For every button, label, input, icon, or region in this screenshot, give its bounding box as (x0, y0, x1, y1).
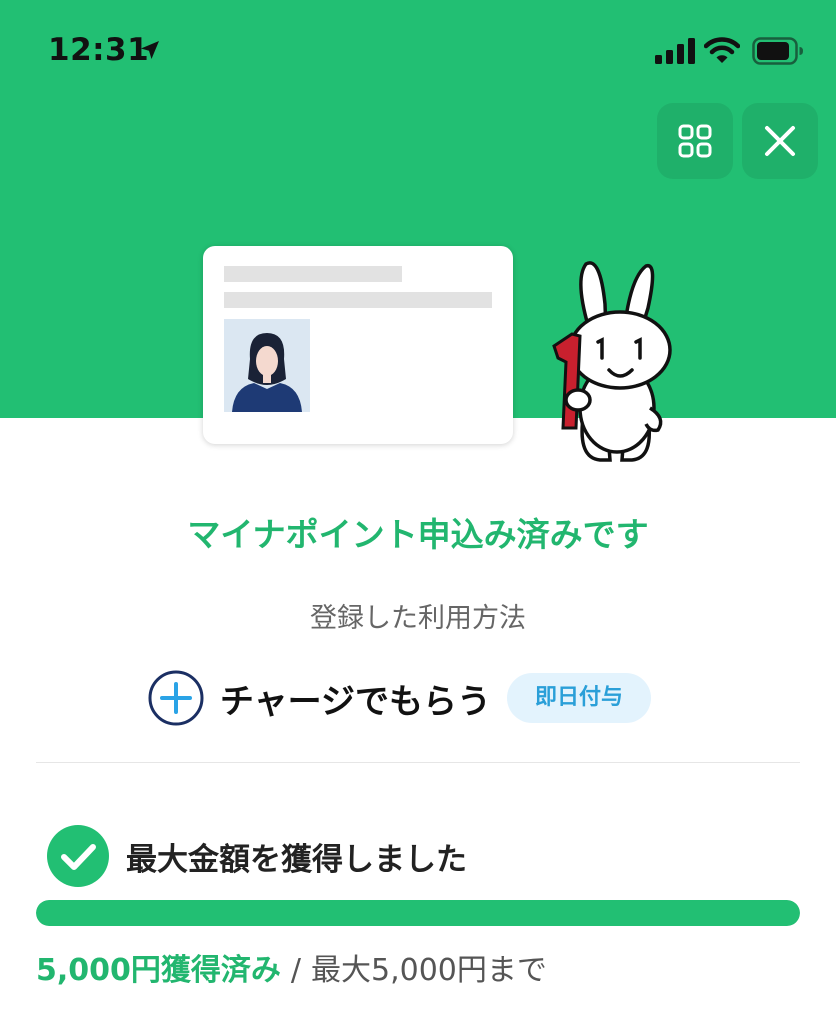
status-time: 12:31 (48, 32, 150, 68)
plus-circle-icon (148, 670, 204, 726)
person-portrait-icon (232, 333, 302, 412)
cellular-signal-icon (655, 38, 695, 64)
max-amount: 最大5,000円まで (311, 953, 547, 988)
check-circle-icon (47, 825, 109, 887)
max-amount-status: 最大金額を獲得しました (46, 824, 467, 888)
close-button[interactable] (742, 103, 818, 179)
points-progress-fill (36, 900, 800, 926)
registered-method-caption: 登録した利用方法 (310, 603, 526, 634)
grid-menu-icon (678, 124, 712, 158)
card-placeholder-line (224, 266, 402, 282)
my-number-card-illustration (203, 246, 513, 444)
max-amount-label: 最大金額を獲得しました (126, 841, 467, 878)
points-progress-bar (36, 900, 800, 926)
amount-separator: / (290, 953, 302, 988)
close-icon (765, 126, 795, 156)
wifi-icon (704, 37, 740, 63)
battery-icon (752, 37, 803, 65)
status-bar: 12:31 (0, 0, 836, 100)
same-day-badge: 即日付与 (506, 673, 651, 723)
grid-menu-button[interactable] (657, 103, 733, 179)
location-arrow-icon (141, 41, 159, 59)
registered-method: チャージでもらう 即日付与 (148, 668, 651, 728)
method-label: チャージでもらう (220, 681, 491, 722)
amount-summary: 5,000円獲得済み / 最大5,000円まで (36, 945, 547, 989)
registration-status-title: マイナポイント申込み済みです (187, 515, 649, 554)
divider (36, 762, 800, 763)
mascot-rabbit-illustration (552, 261, 672, 462)
card-placeholder-line (224, 292, 492, 308)
earned-amount: 5,000円獲得済み (36, 953, 281, 988)
card-photo (224, 319, 310, 412)
